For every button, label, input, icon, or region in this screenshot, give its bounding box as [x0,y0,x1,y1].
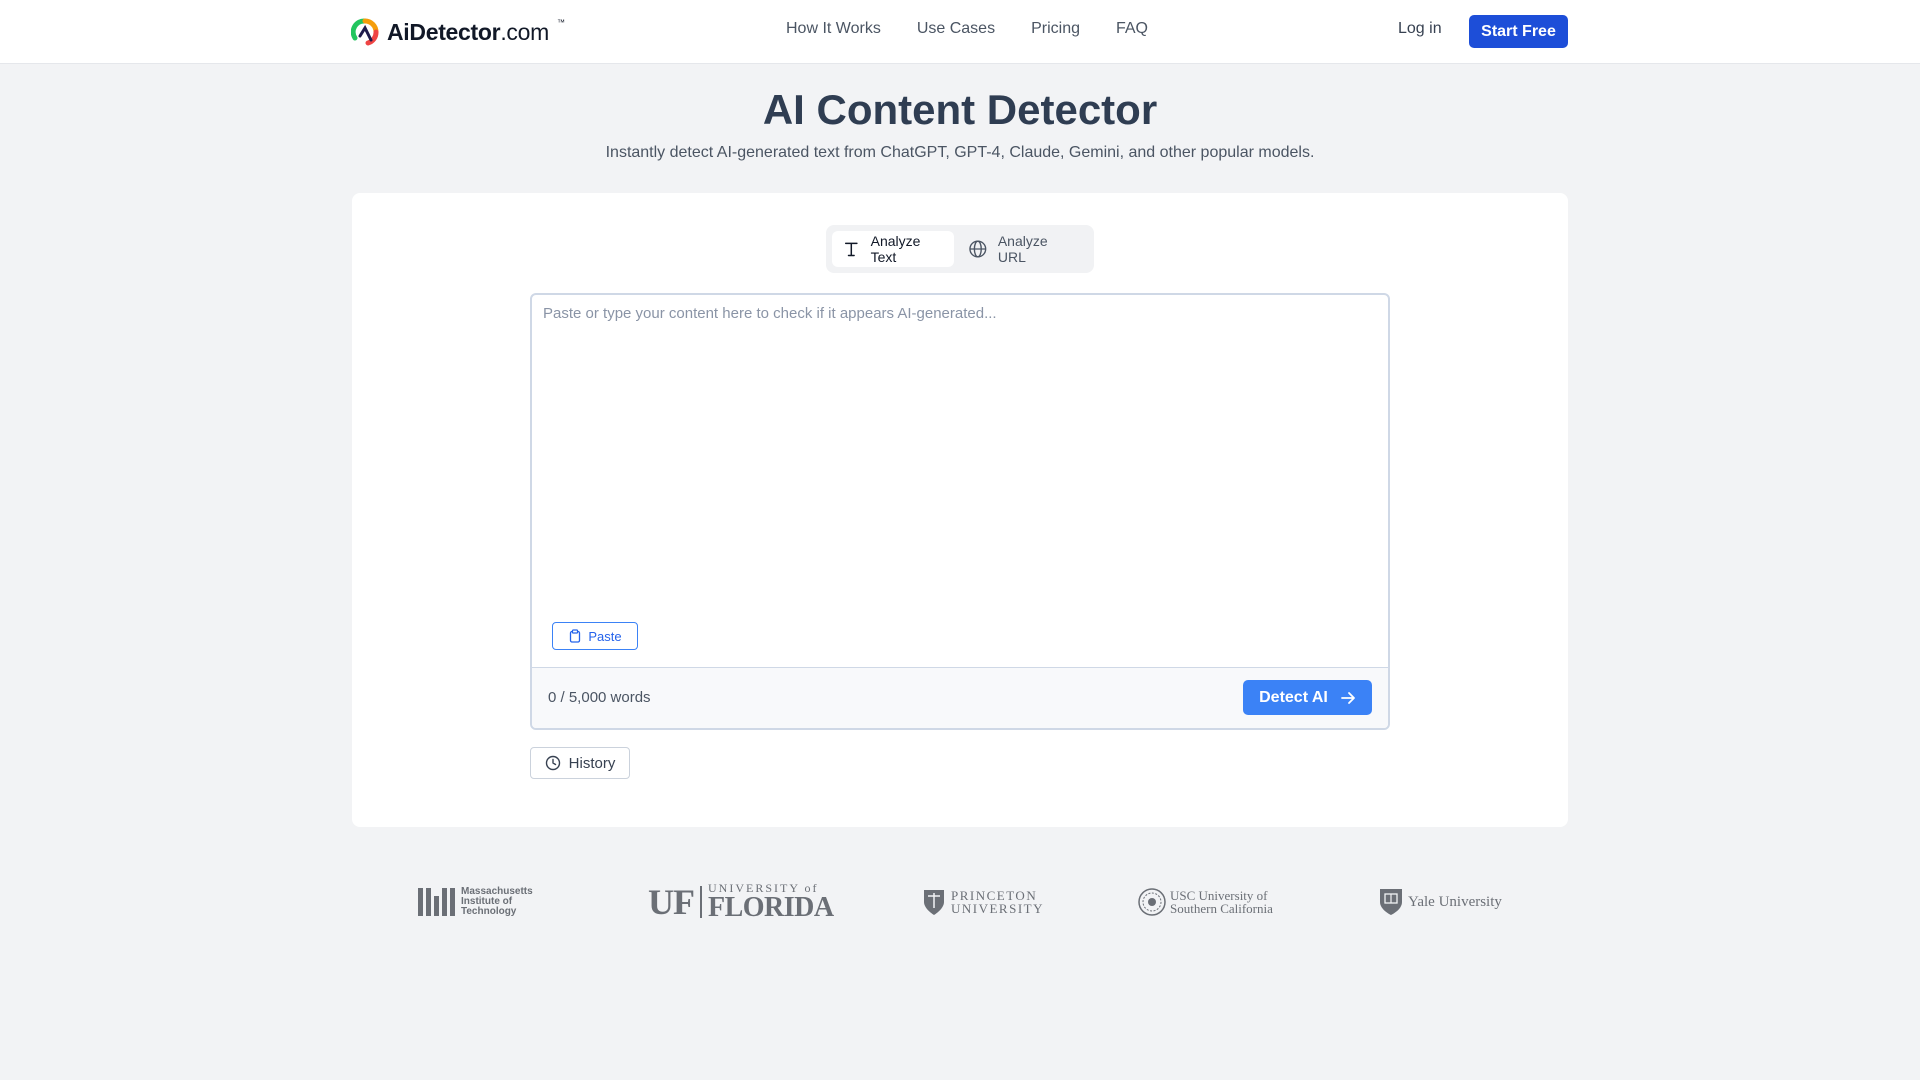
paste-button[interactable]: Paste [552,622,638,650]
nav-how-it-works[interactable]: How It Works [786,20,881,38]
word-count: 0 / 5,000 words [548,689,651,706]
usc-name: USC University of Southern California [1170,888,1273,916]
clipboard-icon [570,629,581,643]
history-label: History [568,754,616,772]
princeton-name: PRINCETON UNIVERSITY [951,888,1044,916]
yale-shield-icon [1380,889,1402,915]
text-icon [844,242,858,257]
paste-button-label: Paste [588,628,622,644]
mit-logo: Massachusetts Institute of Technology [418,880,541,924]
usc-seal-icon [1138,888,1166,916]
brand-logo[interactable]: AiDetector.com ™ [351,17,565,47]
login-link[interactable]: Log in [1398,20,1442,38]
mit-mark-icon [418,888,455,916]
editor-footer: 0 / 5,000 words Detect AI [532,667,1388,728]
content-input[interactable] [532,295,1388,667]
princeton-logo: PRINCETON UNIVERSITY [923,880,1044,924]
uf-logo: UF UNIVERSITY of FLORIDA [648,880,834,924]
nav-use-cases[interactable]: Use Cases [917,20,995,38]
university-logos: Massachusetts Institute of Technology UF… [352,880,1568,924]
usc-logo: USC University of Southern California [1138,880,1280,924]
arrow-right-icon [1340,691,1355,704]
tab-analyze-text[interactable]: Analyze Text [832,231,955,267]
globe-icon [969,240,987,258]
uf-divider [700,886,702,918]
tab-analyze-url-label: Analyze URL [997,233,1048,265]
clock-icon [545,755,560,771]
detect-ai-button[interactable]: Detect AI [1243,680,1372,715]
start-free-button[interactable]: Start Free [1469,15,1568,48]
mit-name: Massachusetts Institute of Technology [461,886,533,917]
yale-logo: Yale University [1378,880,1502,924]
tab-analyze-url[interactable]: Analyze URL [958,231,1088,267]
uf-name: UNIVERSITY of FLORIDA [708,881,834,923]
trademark-symbol: ™ [556,17,565,27]
tab-analyze-text-label: Analyze Text [870,233,921,265]
page-subtitle: Instantly detect AI-generated text from … [605,144,1315,161]
top-navigation-bar: AiDetector.com ™ How It Works Use Cases … [0,0,1920,64]
nav-faq[interactable]: FAQ [1116,20,1148,38]
nav-pricing[interactable]: Pricing [1031,20,1080,38]
page-title: AI Content Detector [762,86,1158,133]
uf-mark: UF [648,882,695,922]
brand-logo-icon [351,18,379,46]
detect-ai-label: Detect AI [1259,688,1328,706]
yale-name: Yale University [1408,893,1502,910]
brand-name: AiDetector.com [387,18,549,45]
history-button[interactable]: History [530,747,630,779]
princeton-shield-icon [924,890,944,915]
main-nav: How It Works Use Cases Pricing FAQ [786,20,1148,38]
analyze-mode-tabs: Analyze Text Analyze URL [826,225,1094,273]
text-editor: Paste 0 / 5,000 words Detect AI [530,293,1390,730]
